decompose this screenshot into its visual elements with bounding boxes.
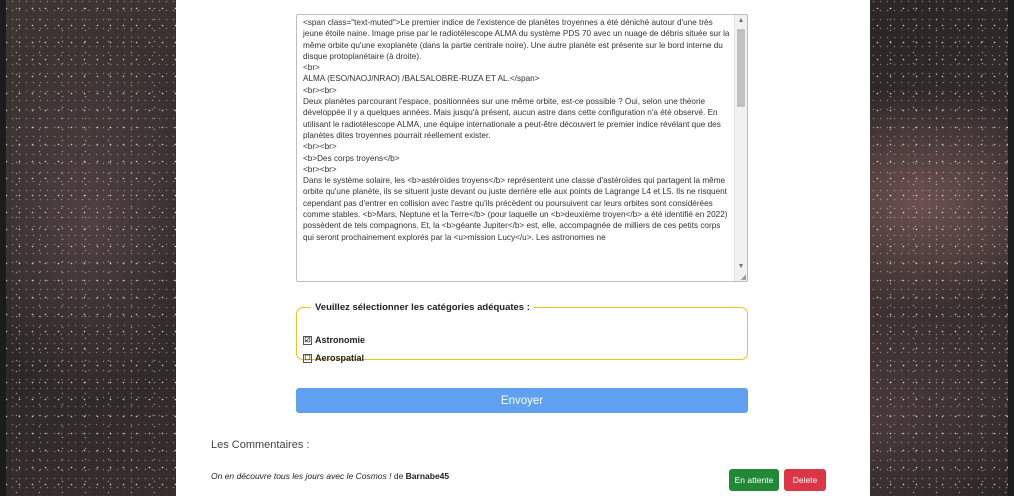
category-astronomie[interactable]: ☑ Astronomie (303, 335, 365, 345)
article-content-textarea[interactable]: <span class="text-muted">Le premier indi… (296, 14, 748, 282)
categories-legend: Veuillez sélectionner les catégories adé… (315, 302, 530, 313)
textarea-scrollbar[interactable]: ▲ ▼ (734, 15, 747, 281)
checkbox-unchecked-icon[interactable]: ☐ (303, 353, 312, 363)
category-aerospatial[interactable]: ☐ Aerospatial (303, 353, 364, 363)
category-label: Aerospatial (315, 353, 365, 363)
scroll-down-arrow-icon[interactable]: ▼ (735, 261, 747, 273)
window-frame-left (0, 0, 6, 496)
window-frame-right (1008, 0, 1014, 496)
delete-button[interactable]: Delete (784, 469, 826, 491)
resize-handle-icon[interactable]: ◢ (741, 273, 746, 281)
comment-by: de (391, 471, 406, 481)
checkbox-checked-icon[interactable]: ☑ (303, 335, 312, 345)
article-content-text[interactable]: <span class="text-muted">Le premier indi… (303, 17, 733, 243)
scrollbar-thumb[interactable] (737, 29, 745, 107)
categories-fieldset: Veuillez sélectionner les catégories adé… (296, 302, 748, 363)
comments-title: Les Commentaires : (211, 439, 310, 451)
comment-text: On en découvre tous les jours avec le Co… (211, 471, 392, 481)
comment-author: Barnabe45 (405, 471, 450, 481)
comment-item: On en découvre tous les jours avec le Co… (211, 471, 449, 481)
scroll-up-arrow-icon[interactable]: ▲ (735, 15, 747, 27)
main-content-panel: <span class="text-muted">Le premier indi… (176, 0, 870, 496)
pending-button[interactable]: En attente (729, 469, 779, 491)
submit-button[interactable]: Envoyer (296, 388, 748, 413)
category-label: Astronomie (315, 335, 366, 345)
